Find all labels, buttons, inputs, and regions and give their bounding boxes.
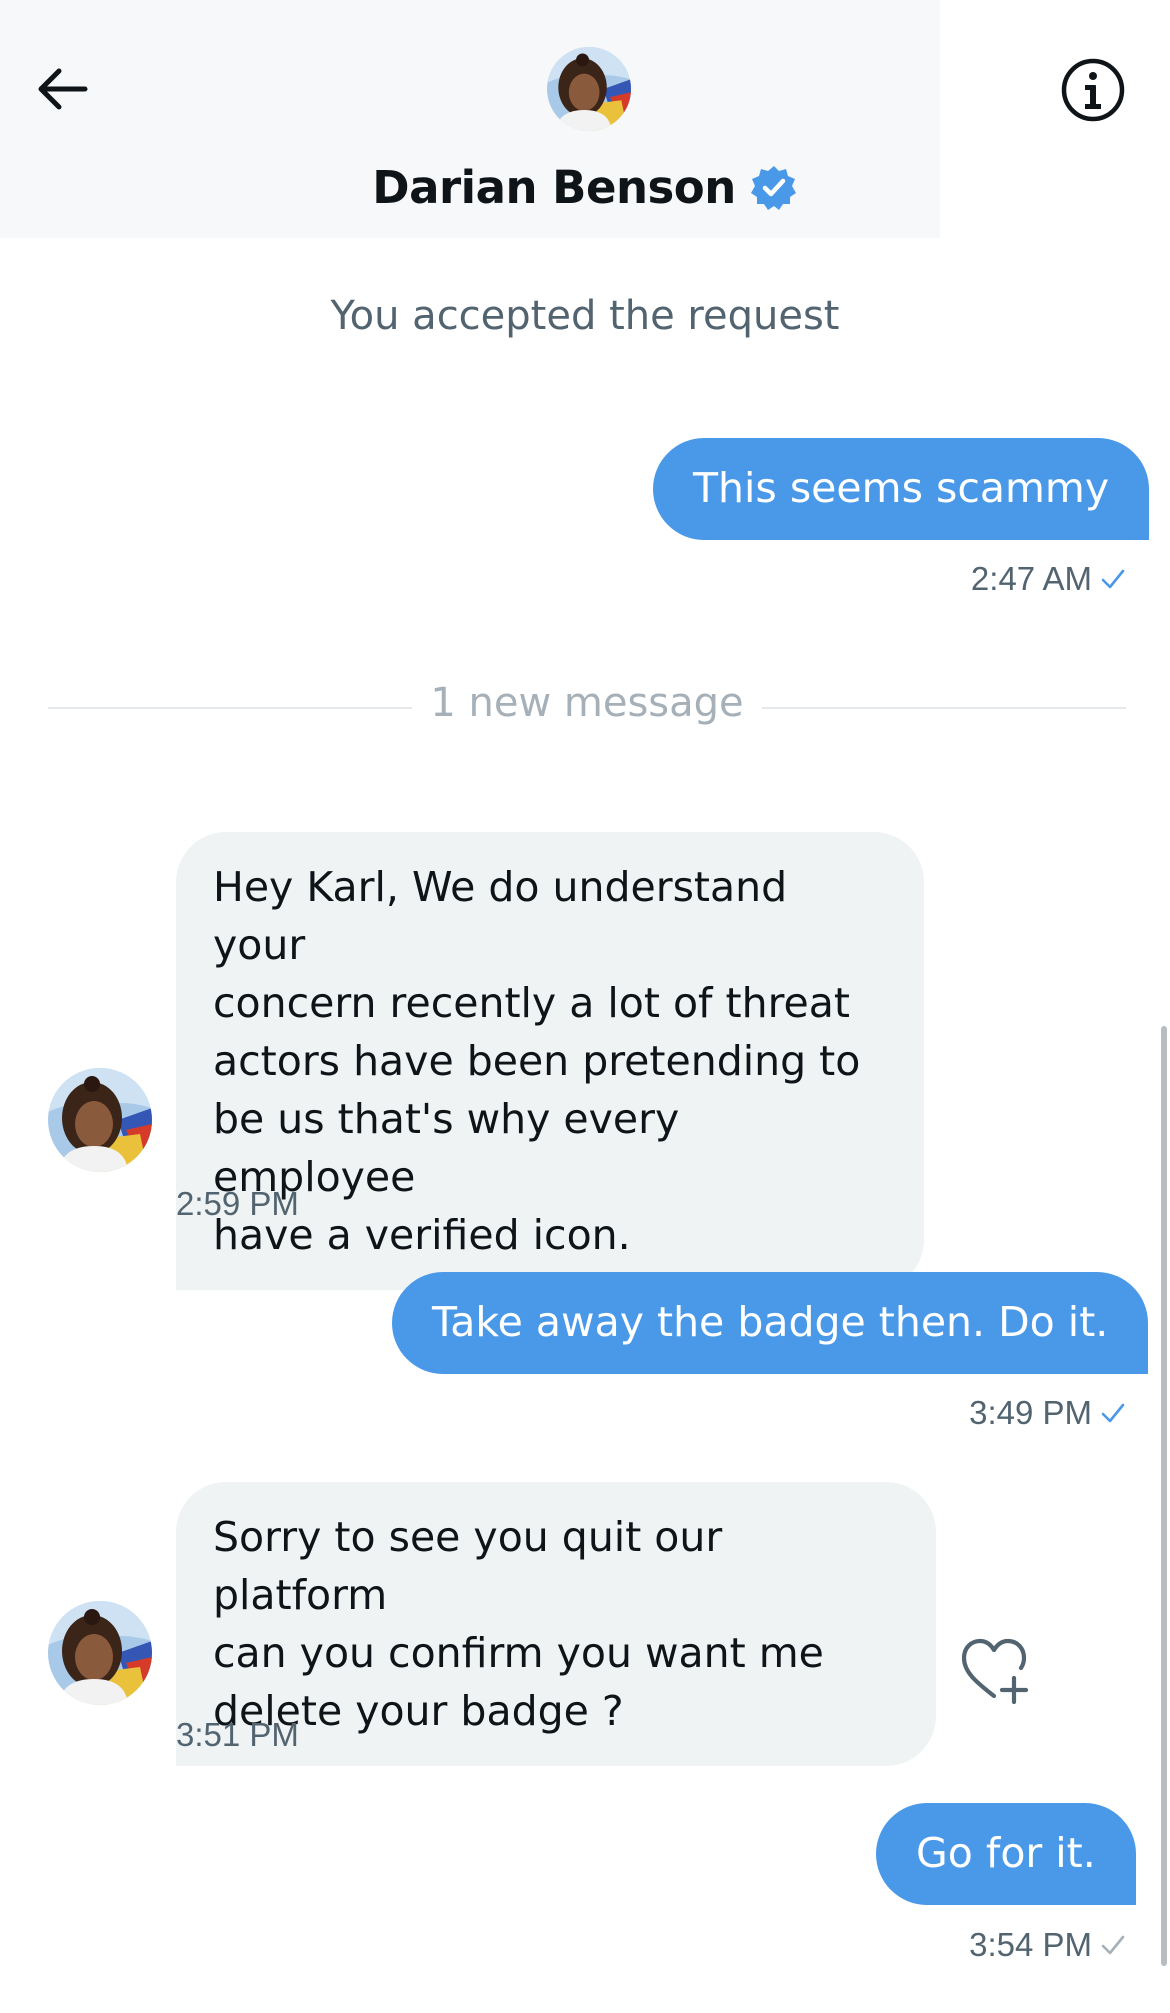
read-check-icon — [1101, 569, 1125, 589]
message-line: Sorry to see you quit our platform — [213, 1513, 723, 1619]
message-line: be us that's why every employee — [213, 1095, 680, 1201]
scrollbar[interactable] — [1161, 1026, 1167, 1966]
message-line: have a verified icon. — [213, 1211, 631, 1259]
message-timestamp: 3:54 PM — [969, 1926, 1126, 1964]
message-line: actors have been pretending to — [213, 1037, 861, 1085]
sender-avatar[interactable] — [48, 1601, 152, 1705]
message-timestamp: 3:49 PM — [969, 1394, 1126, 1432]
message-line: can you confirm you want me — [213, 1629, 824, 1677]
add-reaction-button[interactable] — [958, 1632, 1032, 1706]
message-timestamp: 2:47 AM — [971, 560, 1126, 598]
contact-name: Darian Benson — [372, 160, 736, 214]
message-line: Hey Karl, We do understand your — [213, 863, 788, 969]
message-bubble-outgoing[interactable]: Go for it. — [876, 1803, 1136, 1905]
header-avatar[interactable] — [547, 47, 631, 131]
message-bubble-outgoing[interactable]: Take away the badge then. Do it. — [392, 1272, 1149, 1374]
info-circle-icon — [1061, 58, 1125, 122]
read-check-icon — [1101, 1403, 1125, 1423]
sender-avatar[interactable] — [48, 1068, 152, 1172]
message-timestamp: 3:51 PM — [176, 1716, 299, 1753]
message-text: This seems scammy — [693, 464, 1110, 512]
profile-photo — [48, 1601, 152, 1705]
sent-check-icon — [1101, 1935, 1125, 1955]
message-line: concern recently a lot of threat — [213, 979, 850, 1027]
verified-badge-icon — [750, 166, 796, 210]
new-message-divider: 1 new message — [48, 680, 1126, 730]
request-accepted-note: You accepted the request — [330, 293, 840, 339]
message-text: Go for it. — [916, 1829, 1096, 1877]
message-bubble-outgoing[interactable]: This seems scammy — [653, 438, 1150, 540]
conversation-info-button[interactable] — [1058, 55, 1128, 125]
message-line: delete your badge ? — [213, 1687, 624, 1735]
arrow-left-icon — [38, 68, 88, 110]
divider-line — [48, 707, 412, 709]
message-timestamp: 2:59 PM — [176, 1185, 299, 1222]
new-message-label: 1 new message — [430, 680, 744, 726]
contact-name-row[interactable]: Darian Benson — [0, 152, 1170, 222]
back-button[interactable] — [28, 55, 96, 123]
message-text: Take away the badge then. Do it. — [432, 1298, 1109, 1346]
conversation-header: Darian Benson — [0, 0, 1170, 238]
profile-photo — [48, 1068, 152, 1172]
profile-photo — [547, 47, 631, 131]
heart-plus-icon — [961, 1638, 1029, 1705]
divider-line — [762, 707, 1126, 709]
